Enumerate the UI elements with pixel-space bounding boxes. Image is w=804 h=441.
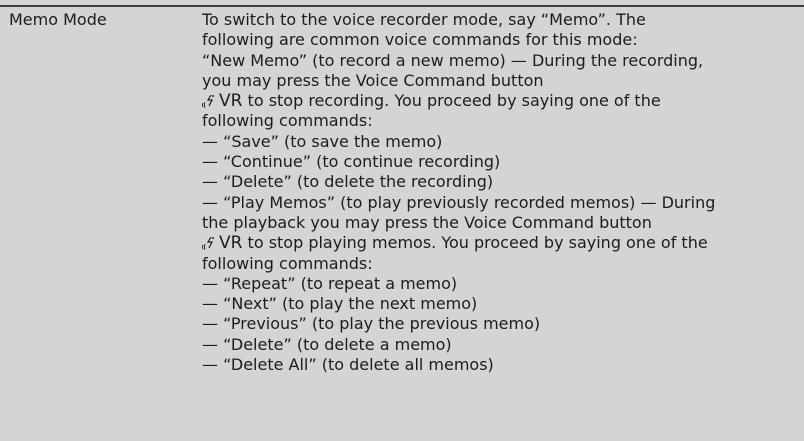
desc-line-3: “New Memo” (to record a new memo) — Duri… xyxy=(202,50,704,70)
desc-line-7: — “Save” (to save the memo) xyxy=(202,131,443,151)
desc-line-2: following are common voice commands for … xyxy=(202,30,638,50)
desc-line-4: you may press the Voice Command button xyxy=(202,70,544,90)
desc-line-16: — “Previous” (to play the previous memo) xyxy=(202,314,541,334)
desc-line-14: — “Repeat” (to repeat a memo) xyxy=(202,273,458,293)
desc-line-stop-playing: VR to stop playing memos. You proceed by… xyxy=(202,233,802,253)
description-cell: To switch to the voice recorder mode, sa… xyxy=(202,10,802,375)
desc-line-15: — “Next” (to play the next memo) xyxy=(202,294,478,314)
vr-key-label: VR xyxy=(219,91,243,112)
desc-line-9: — “Delete” (to delete the recording) xyxy=(202,172,494,192)
desc-line-13: following commands: xyxy=(202,253,373,273)
desc-line-11: the playback you may press the Voice Com… xyxy=(202,212,652,232)
desc-line-1: To switch to the voice recorder mode, sa… xyxy=(202,10,646,29)
term-cell: Memo Mode xyxy=(9,10,107,29)
voice-command-icon xyxy=(202,94,214,109)
desc-line-6: following commands: xyxy=(202,111,373,131)
desc-line-stop-recording: VR to stop recording. You proceed by say… xyxy=(202,91,802,111)
vr-key-label: VR xyxy=(219,233,243,254)
desc-line-18: — “Delete All” (to delete all memos) xyxy=(202,355,494,375)
stop-recording-text: to stop recording. You proceed by saying… xyxy=(242,91,661,111)
desc-line-8: — “Continue” (to continue recording) xyxy=(202,152,501,172)
table-row-memo-mode: Memo Mode To switch to the voice recorde… xyxy=(0,7,804,441)
desc-line-10: — “Play Memos” (to play previously recor… xyxy=(202,192,716,212)
voice-command-icon xyxy=(202,236,214,251)
desc-line-17: — “Delete” (to delete a memo) xyxy=(202,334,452,354)
stop-playing-text: to stop playing memos. You proceed by sa… xyxy=(242,233,708,253)
